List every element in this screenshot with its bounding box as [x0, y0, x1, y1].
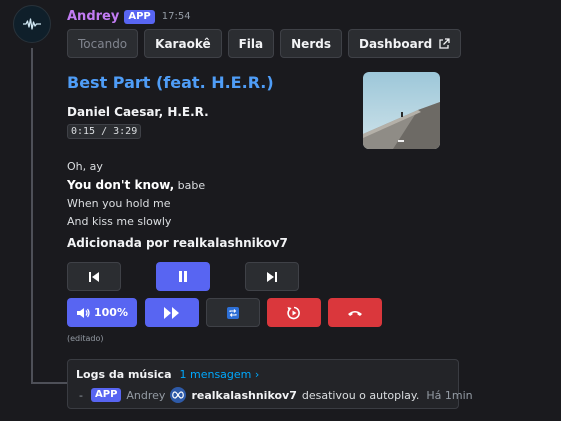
album-cover-art [363, 72, 440, 149]
bot-avatar[interactable] [13, 5, 51, 43]
player-embed: Best Part (feat. H.E.R.) Daniel Caesar, … [58, 62, 458, 352]
thread-connector [31, 48, 33, 384]
skip-previous-icon [89, 271, 99, 282]
tab-label: Dashboard [358, 36, 433, 51]
lyric-line: When you hold me [67, 197, 171, 210]
entry-bullet: - [79, 388, 83, 402]
tab-nerds[interactable]: Nerds [280, 29, 342, 58]
tab-label: Nerds [291, 36, 331, 51]
tab-karaoke[interactable]: Karaokê [144, 29, 222, 58]
tab-tocando: Tocando [67, 29, 139, 58]
replay-button[interactable] [267, 298, 321, 327]
song-title[interactable]: Best Part (feat. H.E.R.) [67, 73, 274, 92]
logs-message-count[interactable]: 1 mensagem › [180, 368, 260, 381]
player-tabs: Tocando Karaokê Fila Nerds Dashboard [67, 29, 462, 58]
repeat-icon [227, 306, 239, 319]
external-link-icon [439, 37, 450, 49]
app-badge: APP [124, 9, 155, 24]
next-button[interactable] [245, 262, 299, 291]
logs-title[interactable]: Logs da música [76, 368, 172, 381]
pause-icon [179, 271, 187, 282]
tab-dashboard[interactable]: Dashboard [347, 29, 462, 58]
lyrics-block: Oh, ay You don't know, babe When you hol… [67, 158, 205, 231]
fast-forward-button[interactable] [145, 298, 199, 327]
edited-label: (editado) [67, 334, 104, 343]
thread-connector-elbow [31, 382, 67, 384]
music-logs-thread[interactable]: Logs da música 1 mensagem › - APP Andrey… [67, 359, 473, 409]
replay-icon [287, 306, 300, 319]
user-avatar [170, 387, 187, 403]
pause-button[interactable] [156, 262, 210, 291]
lyric-line: And kiss me slowly [67, 215, 172, 228]
entry-author[interactable]: Andrey [126, 389, 165, 402]
infinity-icon [172, 391, 185, 399]
loop-button[interactable] [206, 298, 260, 327]
tab-label: Karaokê [155, 36, 211, 51]
song-artist: Daniel Caesar, H.E.R. [67, 105, 209, 119]
lyric-line-current: You don't know, babe [67, 176, 205, 195]
previous-button[interactable] [67, 262, 121, 291]
logs-header: Logs da música 1 mensagem › [76, 368, 259, 381]
skip-next-icon [267, 271, 277, 282]
tab-label: Fila [238, 36, 264, 51]
speaker-icon [77, 307, 90, 318]
tab-label: Tocando [78, 36, 128, 51]
entry-time: Há 1min [426, 388, 473, 402]
stop-button[interactable] [328, 298, 382, 327]
author-name[interactable]: Andrey [67, 9, 119, 24]
tab-fila[interactable]: Fila [227, 29, 275, 58]
volume-label: 100% [94, 306, 128, 319]
app-badge: APP [91, 388, 122, 402]
lyric-current-rest: babe [174, 179, 206, 192]
volume-button[interactable]: 100% [67, 298, 137, 327]
logs-latest-entry: - APP Andrey realkalashnikov7 desativou … [76, 387, 473, 403]
fast-forward-icon [164, 306, 179, 319]
added-by: Adicionada por realkalashnikov7 [67, 236, 288, 250]
album-cover[interactable] [363, 72, 440, 149]
progress-time: 0:15 / 3:29 [67, 124, 142, 139]
soundwave-icon [23, 18, 41, 30]
message-header: Andrey APP 17:54 [67, 9, 191, 24]
entry-action: desativou o autoplay. [301, 388, 420, 402]
message-timestamp: 17:54 [161, 11, 191, 22]
hang-up-icon [348, 310, 362, 316]
lyric-line: Oh, ay [67, 160, 103, 173]
entry-user[interactable]: realkalashnikov7 [191, 389, 296, 402]
lyric-current-word: You don't know, [67, 178, 175, 192]
